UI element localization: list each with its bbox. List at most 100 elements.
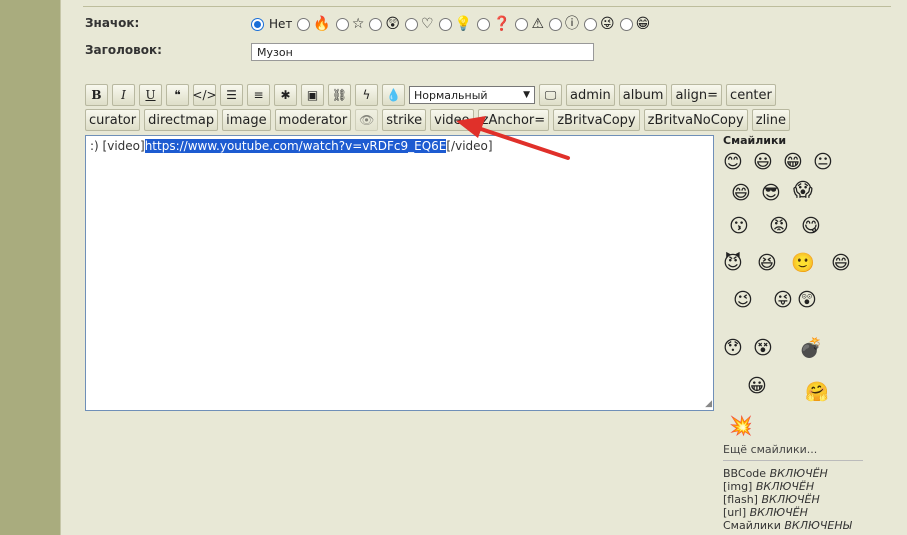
smiley-icon[interactable]: 😆 — [757, 253, 777, 273]
icon-option[interactable]: 🔥 — [297, 16, 331, 32]
toolbar-row-1: B I U ❝ </> ☰ ≡ ✱ ▣ ⛓ ϟ 💧 Нормальный ▼ 🖵 admin album alig… — [85, 84, 780, 106]
smiley-icon[interactable]: 😊 — [723, 152, 743, 172]
tag-button-center[interactable]: center — [726, 84, 776, 106]
tag-button-admin[interactable]: admin — [566, 84, 615, 106]
numbered-list-button[interactable]: ≡ — [247, 84, 270, 106]
more-smilies-link[interactable]: Ещё смайлики... — [723, 443, 817, 456]
icon-option[interactable]: 😲 — [369, 17, 400, 31]
icon-option[interactable]: ♡ — [405, 17, 434, 31]
tag-button-zBritvaCopy[interactable]: zBritvaCopy — [553, 109, 640, 131]
icon-radio[interactable] — [477, 17, 491, 31]
smiley-icon[interactable]: 😐 — [813, 152, 833, 172]
message-textarea[interactable]: :) [video]https://www.youtube.com/watch?… — [85, 135, 714, 411]
smiley-icon[interactable]: 😋 — [801, 216, 821, 236]
asterisk-button[interactable]: ✱ — [274, 84, 297, 106]
tag-button-align[interactable]: align= — [671, 84, 723, 106]
icon-radio[interactable] — [438, 17, 452, 31]
smiley-icon[interactable]: 🤗 — [805, 382, 829, 402]
smiley-icon[interactable]: 😲 — [797, 290, 817, 310]
tag-button-album[interactable]: album — [618, 84, 668, 106]
status-key: [img] — [723, 480, 753, 493]
smilies-panel: Смайлики — [723, 134, 873, 151]
icon-radio[interactable] — [584, 17, 598, 31]
status-value: ВКЛЮЧЁН — [769, 467, 828, 480]
smiley-icon[interactable]: 😡 — [769, 216, 789, 236]
smilies-title: Смайлики — [723, 134, 787, 147]
icon-radio[interactable] — [549, 17, 563, 31]
resize-handle-icon[interactable]: ◢ — [705, 399, 712, 409]
smiley-icon[interactable]: 😄 — [831, 253, 851, 273]
hide-eye-icon[interactable]: 👁 — [355, 109, 379, 131]
underline-button[interactable]: U — [139, 84, 162, 106]
icon-option[interactable]: Нет — [251, 17, 292, 31]
tag-button-video[interactable]: video — [430, 109, 474, 131]
smiley-icon[interactable]: 😀 — [747, 376, 767, 396]
bold-button[interactable]: B — [85, 84, 108, 106]
post-form-panel: Значок: Нет 🔥 ☆ 😲 ♡ 💡 ❓ ⚠ ⓘ 😜 😁 Заголовок: BIU❝</>… — [60, 0, 907, 535]
icon-radio[interactable] — [369, 17, 383, 31]
smiley-icon[interactable]: 💥 — [729, 416, 753, 436]
icon-radio[interactable] — [297, 17, 311, 31]
smiley-icon[interactable]: 💣 — [799, 338, 823, 358]
lightbulb-icon: 💡 — [454, 16, 473, 32]
icon-option[interactable]: 😁 — [619, 17, 650, 31]
smiley-icon[interactable]: 😜 — [773, 290, 793, 310]
smiley-icon[interactable]: 🙂 — [791, 253, 815, 273]
smiley-icon[interactable]: 😄 — [731, 183, 751, 203]
status-line: [url] ВКЛЮЧЁН — [723, 506, 852, 519]
status-key: BBCode — [723, 467, 767, 480]
smiley-icon[interactable]: 😉 — [733, 290, 753, 310]
smiley-icon[interactable]: 😈 — [723, 253, 743, 273]
tag-button-curator[interactable]: curator — [85, 109, 141, 131]
list-button[interactable]: ☰ — [220, 84, 243, 106]
title-input[interactable] — [251, 43, 594, 61]
tag-button-image[interactable]: image — [222, 109, 271, 131]
screen-button[interactable]: 🖵 — [539, 84, 562, 106]
tag-button-zAnchor[interactable]: zAnchor= — [477, 109, 550, 131]
icon-option[interactable]: ⚠ — [515, 17, 544, 31]
info-icon: ⓘ — [565, 16, 580, 32]
title-label: Заголовок: — [85, 43, 162, 57]
tag-button-zline[interactable]: zline — [751, 109, 791, 131]
smiley-icon[interactable]: 😎 — [761, 183, 781, 203]
icon-radio[interactable] — [619, 17, 633, 31]
chevron-down-icon: ▼ — [523, 90, 530, 100]
tag-button-directmap[interactable]: directmap — [144, 109, 219, 131]
icon-option[interactable]: ❓ — [477, 17, 510, 31]
status-line: [img] ВКЛЮЧЁН — [723, 480, 852, 493]
italic-button[interactable]: I — [112, 84, 135, 106]
icon-option-label: Нет — [269, 17, 293, 31]
question-icon: ❓ — [493, 16, 511, 32]
status-value: ВКЛЮЧЁН — [755, 480, 815, 493]
smiley-icon[interactable]: 😁 — [783, 152, 803, 172]
icon-option[interactable]: 😜 — [584, 17, 615, 31]
icon-radio[interactable] — [335, 17, 349, 31]
editor-prefix: :) [video] — [90, 139, 145, 153]
icon-option[interactable]: ⓘ — [549, 17, 579, 31]
tag-button-strike[interactable]: strike — [382, 109, 427, 131]
flame-icon: 🔥 — [313, 16, 331, 32]
font-size-select[interactable]: Нормальный ▼ — [409, 86, 535, 104]
icon-option[interactable]: ☆ — [335, 17, 364, 31]
quote-button[interactable]: ❝ — [166, 84, 189, 106]
icon-option[interactable]: 💡 — [438, 16, 473, 32]
smiley-icon[interactable]: 😗 — [729, 216, 749, 236]
smiley-icon[interactable]: 😵 — [753, 338, 773, 358]
status-divider — [723, 460, 863, 461]
image-button[interactable]: ▣ — [301, 84, 324, 106]
color-button[interactable]: 💧 — [382, 84, 405, 106]
tag-button-zBritvaNoCopy[interactable]: zBritvaNoCopy — [643, 109, 748, 131]
top-divider — [83, 6, 891, 7]
flash-button[interactable]: ϟ — [355, 84, 378, 106]
smiley-icon[interactable]: 😱 — [793, 180, 813, 200]
wink-face-icon: 😜 — [600, 16, 615, 32]
icon-radio[interactable] — [405, 17, 419, 31]
smiley-icon[interactable]: 😃 — [753, 152, 773, 172]
heart-icon: ♡ — [421, 16, 434, 32]
link-button[interactable]: ⛓ — [328, 84, 351, 106]
icon-radio[interactable] — [515, 17, 529, 31]
smiley-icon[interactable]: 😯 — [723, 338, 743, 358]
tag-button-moderator[interactable]: moderator — [274, 109, 352, 131]
code-button[interactable]: </> — [192, 84, 217, 106]
icon-radio[interactable] — [251, 17, 264, 31]
